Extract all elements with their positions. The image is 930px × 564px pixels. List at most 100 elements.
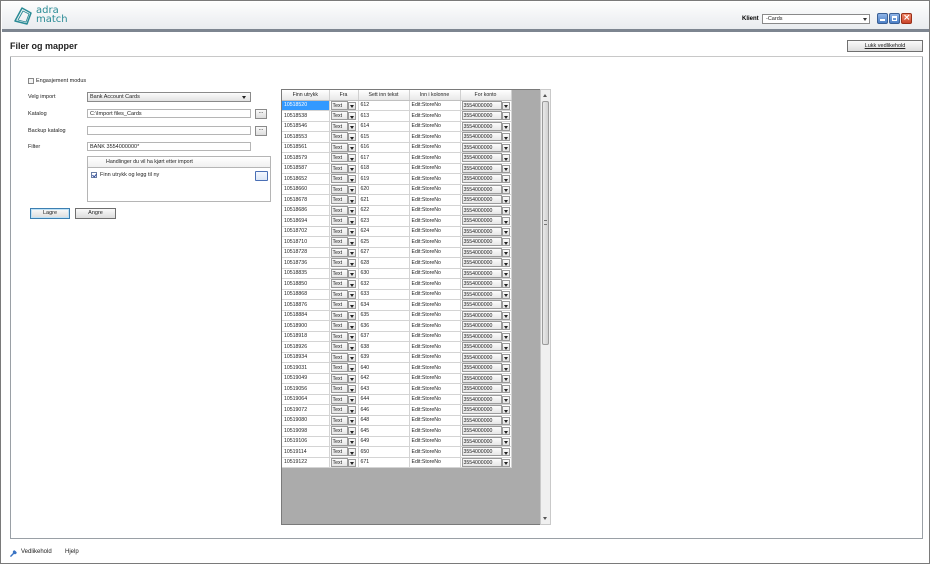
cell-for-konto[interactable]: 3554000000 bbox=[460, 110, 512, 122]
for-konto-select[interactable]: 3554000000 bbox=[461, 310, 510, 320]
cell-fra[interactable]: Text bbox=[329, 373, 359, 384]
cell-finn-utrykk[interactable]: 10518918 bbox=[282, 331, 330, 342]
backup-browse-button[interactable]: ... bbox=[255, 126, 267, 136]
for-konto-select[interactable]: 3554000000 bbox=[461, 457, 510, 467]
for-konto-select[interactable]: 3554000000 bbox=[461, 405, 510, 415]
fra-dropdown-button[interactable] bbox=[347, 427, 356, 436]
cell-fra[interactable]: Text bbox=[329, 436, 359, 447]
cell-for-konto[interactable]: 3554000000 bbox=[460, 373, 512, 384]
cell-for-konto[interactable]: 3554000000 bbox=[460, 299, 512, 311]
table-row[interactable]: 10518736 Text 628 Edit:StoreNo 3554000000 bbox=[282, 257, 512, 269]
cell-fra[interactable]: Text bbox=[329, 404, 359, 416]
cell-for-konto[interactable]: 3554000000 bbox=[460, 341, 512, 353]
for-konto-select[interactable]: 3554000000 bbox=[461, 268, 510, 278]
cell-for-konto[interactable]: 3554000000 bbox=[460, 184, 512, 195]
cell-for-konto[interactable]: 3554000000 bbox=[460, 194, 512, 206]
cell-inn-i-kolonne[interactable]: Edit:StoreNo bbox=[409, 247, 461, 258]
fra-dropdown-button[interactable] bbox=[347, 332, 356, 341]
cell-finn-utrykk[interactable]: 10518561 bbox=[282, 142, 330, 153]
for-konto-dropdown-button[interactable] bbox=[501, 374, 510, 383]
table-row[interactable]: 10518587 Text 618 Edit:StoreNo 3554000000 bbox=[282, 163, 512, 174]
cell-for-konto[interactable]: 3554000000 bbox=[460, 446, 512, 458]
cell-sett-inn-tekst[interactable]: 628 bbox=[358, 257, 410, 269]
for-konto-dropdown-button[interactable] bbox=[501, 332, 510, 341]
fra-dropdown-button[interactable] bbox=[347, 196, 356, 205]
cell-finn-utrykk[interactable]: 10519064 bbox=[282, 394, 330, 405]
cell-for-konto[interactable]: 3554000000 bbox=[460, 394, 512, 405]
fra-dropdown-button[interactable] bbox=[347, 343, 356, 352]
for-konto-dropdown-button[interactable] bbox=[501, 196, 510, 205]
cell-sett-inn-tekst[interactable]: 614 bbox=[358, 121, 410, 132]
fra-select[interactable]: Text bbox=[330, 184, 356, 194]
grid-vertical-scrollbar[interactable] bbox=[540, 89, 551, 525]
cell-for-konto[interactable]: 3554000000 bbox=[460, 236, 512, 248]
cell-finn-utrykk[interactable]: 10518694 bbox=[282, 215, 330, 227]
for-konto-select[interactable]: 3554000000 bbox=[461, 289, 510, 299]
fra-select[interactable]: Text bbox=[330, 363, 356, 373]
cell-finn-utrykk[interactable]: 10519114 bbox=[282, 446, 330, 458]
cell-for-konto[interactable]: 3554000000 bbox=[460, 121, 512, 132]
fra-select[interactable]: Text bbox=[330, 342, 356, 352]
fra-select[interactable]: Text bbox=[330, 352, 356, 362]
cell-finn-utrykk[interactable]: 10518660 bbox=[282, 184, 330, 195]
for-konto-dropdown-button[interactable] bbox=[501, 395, 510, 404]
for-konto-dropdown-button[interactable] bbox=[501, 280, 510, 289]
for-konto-select[interactable]: 3554000000 bbox=[461, 132, 510, 142]
velg-import-select[interactable]: Bank Account Cards bbox=[87, 92, 251, 102]
for-konto-select[interactable]: 3554000000 bbox=[461, 153, 510, 163]
table-row[interactable]: 10519072 Text 646 Edit:StoreNo 3554000000 bbox=[282, 404, 512, 416]
cell-finn-utrykk[interactable]: 10519056 bbox=[282, 383, 330, 395]
cell-fra[interactable]: Text bbox=[329, 163, 359, 174]
cell-sett-inn-tekst[interactable]: 635 bbox=[358, 310, 410, 321]
for-konto-select[interactable]: 3554000000 bbox=[461, 226, 510, 236]
cell-inn-i-kolonne[interactable]: Edit:StoreNo bbox=[409, 184, 461, 195]
fra-dropdown-button[interactable] bbox=[347, 395, 356, 404]
fra-select[interactable]: Text bbox=[330, 405, 356, 415]
cell-fra[interactable]: Text bbox=[329, 257, 359, 269]
maximize-button[interactable] bbox=[889, 13, 900, 24]
fra-dropdown-button[interactable] bbox=[347, 416, 356, 425]
fra-select[interactable]: Text bbox=[330, 205, 356, 215]
fra-select[interactable]: Text bbox=[330, 121, 356, 131]
for-konto-dropdown-button[interactable] bbox=[501, 227, 510, 236]
cell-finn-utrykk[interactable]: 10518835 bbox=[282, 268, 330, 279]
cell-inn-i-kolonne[interactable]: Edit:StoreNo bbox=[409, 215, 461, 227]
cell-for-konto[interactable]: 3554000000 bbox=[460, 152, 512, 164]
for-konto-dropdown-button[interactable] bbox=[501, 385, 510, 394]
cell-fra[interactable]: Text bbox=[329, 278, 359, 290]
cell-sett-inn-tekst[interactable]: 649 bbox=[358, 436, 410, 447]
table-row[interactable]: 10519122 Text 671 Edit:StoreNo 3554000000 bbox=[282, 457, 512, 468]
cell-fra[interactable]: Text bbox=[329, 310, 359, 321]
cell-fra[interactable]: Text bbox=[329, 299, 359, 311]
fra-select[interactable]: Text bbox=[330, 153, 356, 163]
for-konto-dropdown-button[interactable] bbox=[501, 301, 510, 310]
cell-inn-i-kolonne[interactable]: Edit:StoreNo bbox=[409, 236, 461, 248]
cell-finn-utrykk[interactable]: 10518884 bbox=[282, 310, 330, 321]
cell-sett-inn-tekst[interactable]: 619 bbox=[358, 173, 410, 185]
for-konto-dropdown-button[interactable] bbox=[501, 406, 510, 415]
for-konto-select[interactable]: 3554000000 bbox=[461, 111, 510, 121]
scroll-thumb[interactable] bbox=[542, 101, 549, 345]
fra-select[interactable]: Text bbox=[330, 216, 356, 226]
cell-for-konto[interactable]: 3554000000 bbox=[460, 226, 512, 237]
cell-sett-inn-tekst[interactable]: 634 bbox=[358, 299, 410, 311]
cell-for-konto[interactable]: 3554000000 bbox=[460, 163, 512, 174]
cell-for-konto[interactable]: 3554000000 bbox=[460, 289, 512, 300]
cell-sett-inn-tekst[interactable]: 632 bbox=[358, 278, 410, 290]
for-konto-select[interactable]: 3554000000 bbox=[461, 279, 510, 289]
filter-input[interactable]: BANK 3554000000* bbox=[87, 142, 251, 151]
cell-finn-utrykk[interactable]: 10518934 bbox=[282, 352, 330, 363]
fra-dropdown-button[interactable] bbox=[347, 154, 356, 163]
for-konto-select[interactable]: 3554000000 bbox=[461, 205, 510, 215]
cell-fra[interactable]: Text bbox=[329, 268, 359, 279]
fra-select[interactable]: Text bbox=[330, 373, 356, 383]
cell-sett-inn-tekst[interactable]: 650 bbox=[358, 446, 410, 458]
cell-finn-utrykk[interactable]: 10518686 bbox=[282, 205, 330, 216]
table-row[interactable]: 10518710 Text 625 Edit:StoreNo 3554000000 bbox=[282, 236, 512, 248]
fra-select[interactable]: Text bbox=[330, 195, 356, 205]
for-konto-dropdown-button[interactable] bbox=[501, 238, 510, 247]
table-row[interactable]: 10518868 Text 633 Edit:StoreNo 3554000000 bbox=[282, 289, 512, 300]
cell-inn-i-kolonne[interactable]: Edit:StoreNo bbox=[409, 205, 461, 216]
fra-select[interactable]: Text bbox=[330, 321, 356, 331]
for-konto-dropdown-button[interactable] bbox=[501, 217, 510, 226]
